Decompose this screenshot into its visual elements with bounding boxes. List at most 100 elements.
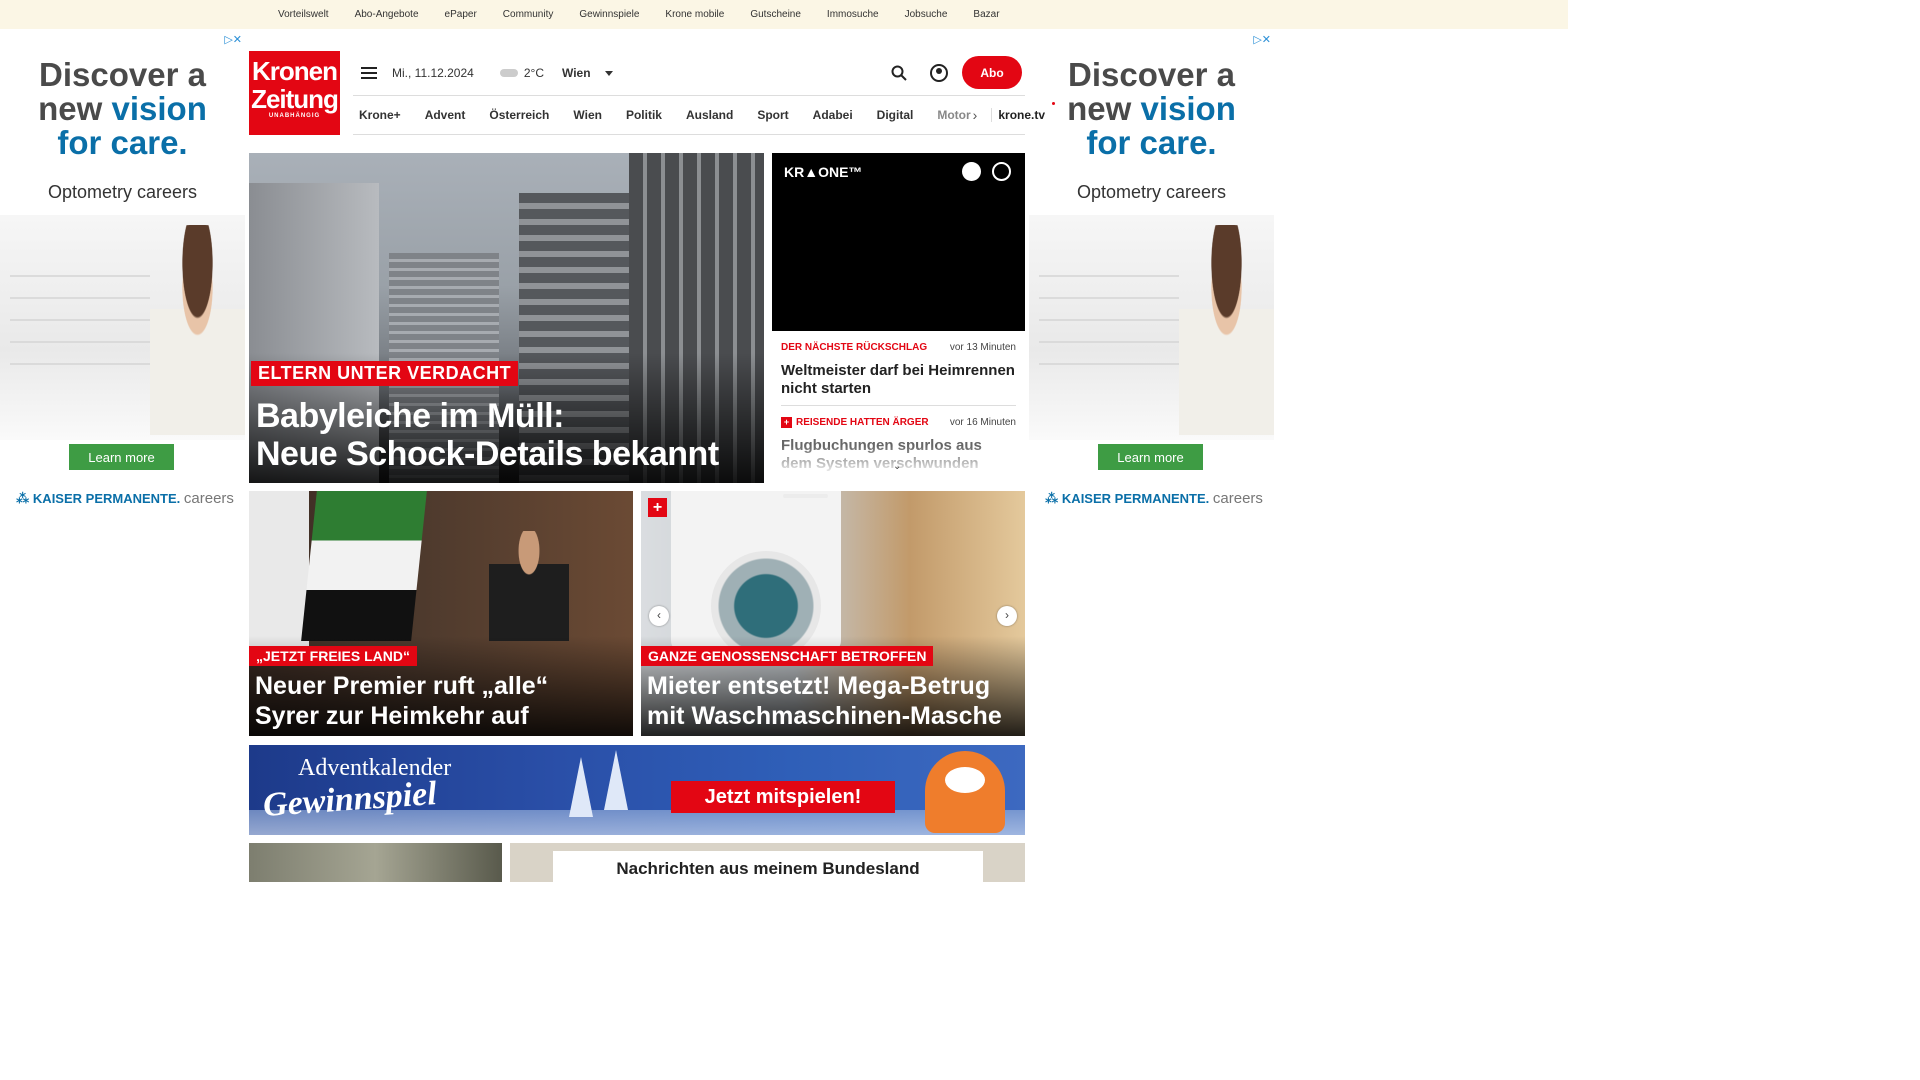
topbar-link-immosuche[interactable]: Immosuche: [827, 9, 879, 20]
nav-item-krone-tv[interactable]: krone.tv: [991, 102, 1055, 122]
card-title: Neuer Premier ruft „alle“ Syrer zur Heim…: [255, 671, 630, 731]
card-title-line2: mit Waschmaschinen-Masche: [647, 702, 1002, 730]
hero-title-line2: Neue Schock-Details bekannt: [256, 435, 719, 473]
chevron-down-icon[interactable]: [604, 70, 613, 76]
main-navigation: Krone+ Advent Österreich Wien Politik Au…: [353, 95, 1055, 135]
cloud-icon: [499, 69, 518, 77]
card-title-line1: Mieter entsetzt! Mega-Betrug: [647, 672, 991, 700]
nav-item-oesterreich[interactable]: Österreich: [489, 108, 549, 122]
fullscreen-icon[interactable]: [992, 162, 1011, 181]
ad-brand-logo: ⁂ KAISER PERMANENTE. careers: [16, 490, 234, 507]
topbar-link-jobsuche[interactable]: Jobsuche: [905, 9, 948, 20]
ticker-time: vor 16 Minuten: [949, 417, 1016, 428]
ad-learn-more-button[interactable]: Learn more: [1098, 444, 1203, 470]
ad-brand-name: KAISER PERMANENTE.: [32, 491, 181, 506]
adchoices-icon[interactable]: ▷✕: [1253, 33, 1271, 46]
topbar-link-bazar[interactable]: Bazar: [973, 9, 999, 20]
topbar-link-krone-mobile[interactable]: Krone mobile: [665, 9, 724, 20]
ad-headline: Discover a new vision for care.: [0, 58, 245, 160]
ad-learn-more-button[interactable]: Learn more: [69, 444, 174, 470]
search-icon[interactable]: [891, 65, 907, 81]
current-date: Mi., 11.12.2024: [392, 66, 474, 80]
ad-photo: [0, 215, 245, 440]
advent-promo-banner[interactable]: Adventkalender Gewinnspiel Jetzt mitspie…: [249, 745, 1025, 835]
carousel-prev-icon[interactable]: ‹: [649, 606, 669, 626]
topbar-link-vorteilswelt[interactable]: Vorteilswelt: [278, 9, 329, 20]
card-kicker: GANZE GENOSSENSCHAFT BETROFFEN: [641, 646, 934, 666]
promo-cta-button[interactable]: Jetzt mitspielen!: [671, 781, 895, 813]
card-kicker: „JETZT FREIES LAND“: [249, 646, 418, 666]
kaiser-logo-icon: ⁂: [1045, 491, 1062, 506]
adchoices-icon[interactable]: ▷✕: [224, 33, 242, 46]
story-thumbnail[interactable]: [249, 843, 502, 882]
nav-item-digital[interactable]: Digital: [877, 108, 914, 122]
topbar-link-epaper[interactable]: ePaper: [445, 9, 477, 20]
ad-headline-line3: for care.: [1086, 124, 1217, 161]
nav-item-sport[interactable]: Sport: [757, 108, 788, 122]
topbar-link-gewinnspiele[interactable]: Gewinnspiele: [579, 9, 639, 20]
ad-headline-line3: for care.: [57, 124, 188, 161]
topbar-link-community[interactable]: Community: [503, 9, 554, 20]
chevron-down-icon[interactable]: ⌄: [893, 461, 901, 472]
right-side-ad[interactable]: ▷✕ Discover a new vision for care. Optom…: [1029, 30, 1274, 520]
carousel-next-icon[interactable]: ›: [997, 606, 1017, 626]
nav-item-motor[interactable]: Motor: [937, 108, 970, 122]
nav-item-wien[interactable]: Wien: [573, 108, 602, 122]
chevron-right-icon[interactable]: ›: [973, 107, 978, 123]
ad-headline-highlight: vision: [111, 90, 207, 127]
logo-line1: Kronen: [252, 56, 338, 86]
ad-brand-logo: ⁂ KAISER PERMANENTE. careers: [1045, 490, 1263, 507]
ad-subline: Optometry careers: [47, 182, 198, 202]
ad-headline-line2: new: [1067, 90, 1141, 127]
story-carousel[interactable]: + ‹ › GANZE GENOSSENSCHAFT BETROFFEN Mie…: [641, 491, 1025, 736]
nav-item-adabei[interactable]: Adabei: [813, 108, 853, 122]
topbar-link-gutscheine[interactable]: Gutscheine: [750, 9, 801, 20]
ad-brand-suffix: careers: [1212, 490, 1263, 507]
city-selector[interactable]: Wien: [562, 66, 591, 80]
story-card[interactable]: „JETZT FREIES LAND“ Neuer Premier ruft „…: [249, 491, 633, 736]
ad-headline-line1: Discover a: [1068, 56, 1235, 93]
hero-story[interactable]: ELTERN UNTER VERDACHT Babyleiche im Müll…: [249, 153, 764, 483]
topbar-link-abo-angebote[interactable]: Abo-Angebote: [355, 9, 419, 20]
logo-line2: Zeitung: [251, 84, 339, 114]
bundesland-title: Nachrichten aus meinem Bundesland: [553, 851, 983, 882]
nav-item-kroneplus[interactable]: Krone+: [359, 108, 401, 122]
nav-item-politik[interactable]: Politik: [626, 108, 662, 122]
top-utility-bar: Vorteilswelt Abo-Angebote ePaper Communi…: [0, 0, 1568, 29]
ad-headline: Discover a new vision for care.: [1029, 58, 1274, 160]
news-ticker: DER NÄCHSTE RÜCKSCHLAG vor 13 Minuten We…: [772, 331, 1025, 476]
krone-logo[interactable]: Kronen Zeitung UNABHÄNGIG: [249, 51, 340, 135]
ad-photo: [1029, 215, 1274, 440]
card-title: Mieter entsetzt! Mega-Betrug mit Waschma…: [647, 671, 1022, 731]
ad-headline-highlight: vision: [1140, 90, 1236, 127]
hero-title: Babyleiche im Müll: Neue Schock-Details …: [256, 397, 756, 473]
card-title-line2: Syrer zur Heimkehr auf: [255, 702, 529, 730]
krone-tv-logo: KR▲ONE™: [784, 164, 863, 180]
left-side-ad[interactable]: ▷✕ Discover a new vision for care. Optom…: [0, 30, 245, 520]
krone-tv-player[interactable]: KR▲ONE™: [772, 153, 1025, 331]
ad-headline-line2: new: [38, 90, 112, 127]
ad-subline: Optometry careers: [1076, 182, 1227, 202]
fox-mascot-icon: [925, 751, 1005, 833]
hero-title-line1: Babyleiche im Müll:: [256, 397, 564, 435]
nav-item-advent[interactable]: Advent: [425, 108, 466, 122]
krone-plus-icon: +: [781, 417, 792, 428]
card-title-line1: Neuer Premier ruft „alle“: [255, 672, 549, 700]
ticker-title: Weltmeister darf bei Heimrennen nicht st…: [781, 362, 1015, 397]
temperature: 2°C: [523, 66, 544, 80]
hero-kicker: ELTERN UNTER VERDACHT: [251, 361, 519, 386]
user-account-icon[interactable]: [930, 64, 948, 82]
krone-plus-icon: +: [648, 498, 667, 517]
ticker-item[interactable]: DER NÄCHSTE RÜCKSCHLAG vor 13 Minuten We…: [781, 342, 1016, 398]
header-bar: Mi., 11.12.2024 2°C Wien Abo: [353, 52, 1025, 94]
nav-item-ausland[interactable]: Ausland: [686, 108, 733, 122]
menu-icon[interactable]: [361, 67, 377, 79]
kaiser-logo-icon: ⁂: [16, 491, 33, 506]
abo-button[interactable]: Abo: [962, 56, 1022, 89]
ticker-time: vor 13 Minuten: [949, 342, 1016, 353]
ad-brand-suffix: careers: [183, 490, 234, 507]
ad-headline-line1: Discover a: [39, 56, 206, 93]
ticker-kicker-text: REISENDE HATTEN ÄRGER: [796, 417, 929, 428]
mute-icon[interactable]: [962, 162, 981, 181]
bundesland-teaser[interactable]: Nachrichten aus meinem Bundesland: [510, 843, 1025, 882]
